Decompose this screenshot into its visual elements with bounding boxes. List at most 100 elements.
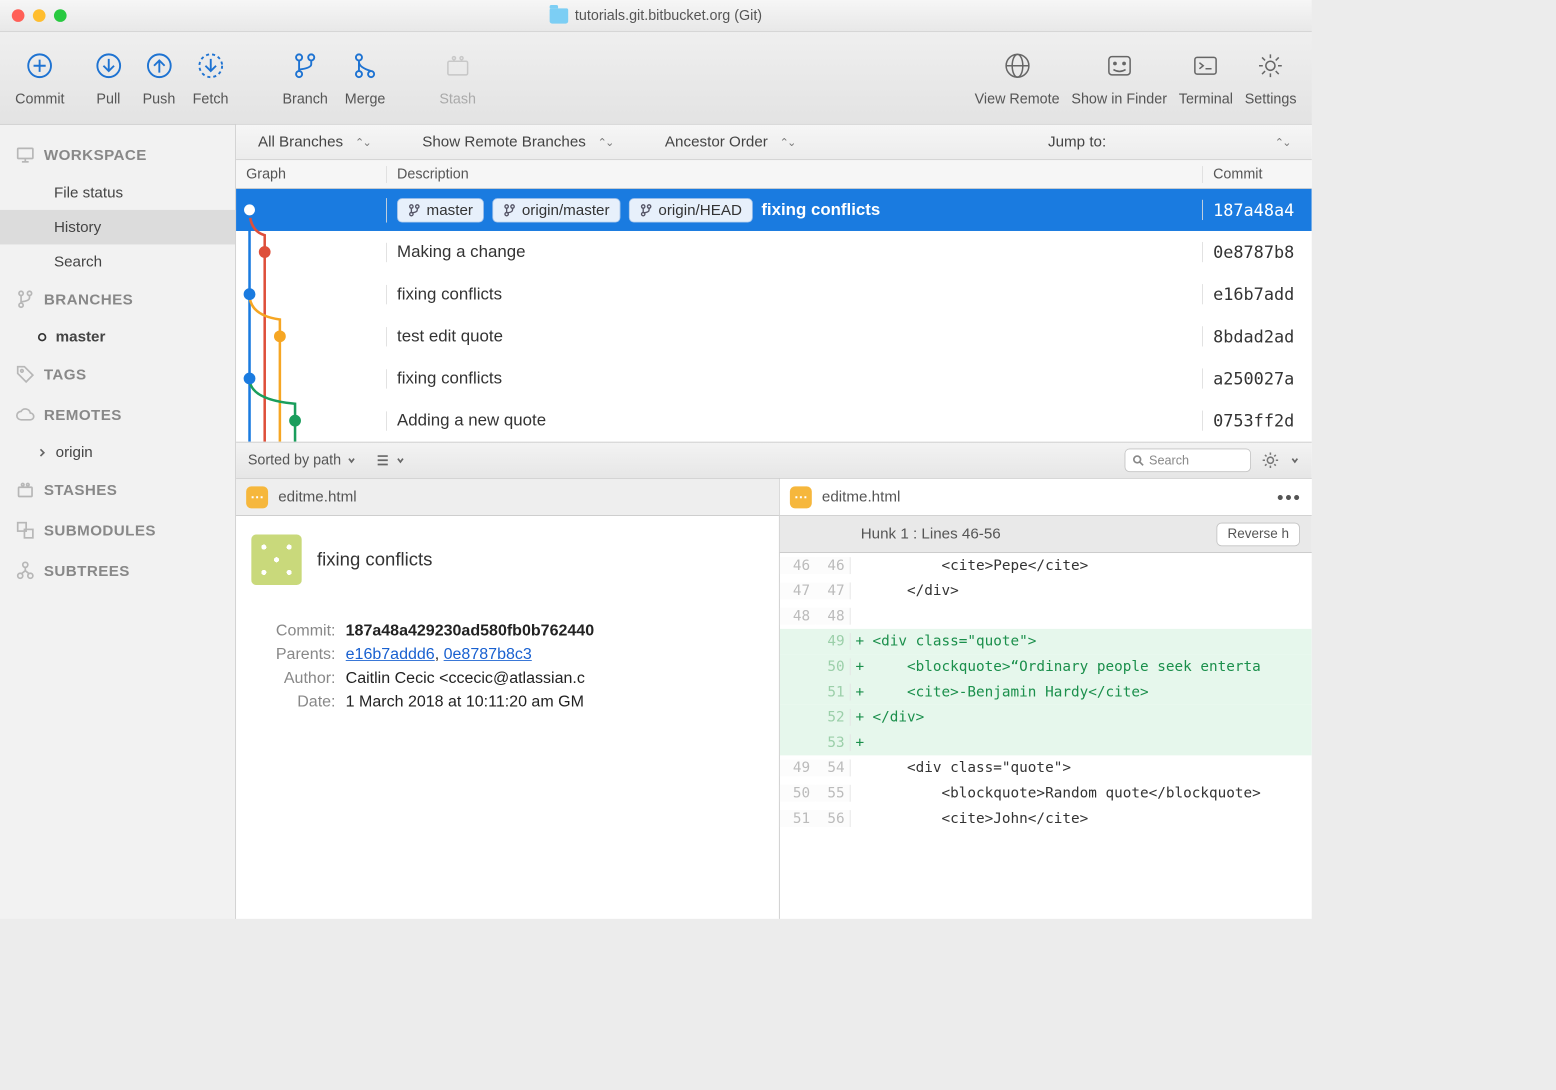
folder-icon (550, 8, 569, 23)
terminal-icon (1189, 48, 1223, 82)
diff-line[interactable]: 4848 (780, 604, 1312, 629)
chevron-down-icon (395, 455, 405, 465)
pull-button[interactable]: Pull (92, 48, 126, 107)
commit-icon (23, 48, 57, 82)
push-button[interactable]: Push (142, 48, 176, 107)
file-tab-right[interactable]: ⋯ editme.html ••• (780, 479, 1312, 516)
file-modified-icon: ⋯ (790, 486, 812, 508)
terminal-button[interactable]: Terminal (1179, 48, 1233, 107)
settings-button[interactable]: Settings (1245, 48, 1297, 107)
view-remote-button[interactable]: View Remote (975, 48, 1060, 107)
branch-button[interactable]: Branch (282, 48, 327, 107)
sidebar-header-subtrees[interactable]: SUBTREES (0, 550, 235, 590)
file-actions-button[interactable]: ••• (1277, 486, 1302, 508)
sidebar-header-branches[interactable]: BRANCHES (0, 279, 235, 319)
titlebar: tutorials.git.bitbucket.org (Git) (0, 0, 1312, 32)
diff-line[interactable]: 51+ <cite>-Benjamin Hardy</cite> (780, 679, 1312, 704)
reverse-hunk-button[interactable]: Reverse h (1217, 522, 1300, 546)
commit-button[interactable]: Commit (15, 48, 64, 107)
close-window-button[interactable] (12, 9, 25, 22)
merge-button[interactable]: Merge (345, 48, 386, 107)
updown-icon: ⌃⌄ (598, 135, 613, 148)
commit-row[interactable]: Adding a new quote0753ff2d (236, 400, 1312, 442)
diff-line[interactable]: 49+<div class="quote"> (780, 629, 1312, 654)
minimize-window-button[interactable] (33, 9, 46, 22)
show-in-finder-button[interactable]: Show in Finder (1071, 48, 1167, 107)
sidebar-header-submodules[interactable]: SUBMODULES (0, 510, 235, 550)
sort-dropdown[interactable]: Sorted by path (248, 452, 356, 469)
diff-body[interactable]: 4646 <cite>Pepe</cite>4747 </div>484849+… (780, 553, 1312, 919)
branch-icon (15, 289, 35, 309)
sidebar-header-tags[interactable]: TAGS (0, 354, 235, 394)
file-search-input[interactable]: Search (1125, 448, 1251, 472)
parents-value: e16b7addd6, 0e8787b8c3 (346, 646, 764, 665)
zoom-window-button[interactable] (54, 9, 67, 22)
stash-button[interactable]: Stash (439, 48, 476, 107)
commit-description: Making a change (397, 242, 525, 261)
diff-line[interactable]: 5055 <blockquote>Random quote</blockquot… (780, 781, 1312, 806)
branch-tag[interactable]: origin/HEAD (629, 198, 753, 222)
col-description[interactable]: Description (386, 166, 1202, 183)
sidebar-branch-master[interactable]: master (0, 319, 235, 354)
files-toolbar: Sorted by path Search (236, 442, 1312, 479)
diff-line[interactable]: 50+ <blockquote>“Ordinary people seek en… (780, 654, 1312, 679)
file-tab-left[interactable]: ⋯ editme.html (236, 479, 779, 516)
merge-icon (348, 48, 382, 82)
date-value: 1 March 2018 at 10:11:20 am GM (346, 693, 764, 712)
diff-line[interactable]: 52+</div> (780, 705, 1312, 730)
file-modified-icon: ⋯ (246, 486, 268, 508)
traffic-lights (12, 9, 67, 22)
filter-jump-to[interactable]: Jump to:⌃⌄ (1026, 133, 1312, 151)
view-mode-button[interactable] (375, 453, 405, 468)
cloud-icon (15, 405, 35, 425)
filter-order[interactable]: Ancestor Order⌃⌄ (643, 133, 825, 151)
branch-tag[interactable]: origin/master (492, 198, 620, 222)
diff-line[interactable]: 4954 <div class="quote"> (780, 755, 1312, 780)
main-toolbar: Commit Pull Push Fetch Branch Merge Stas… (0, 32, 1312, 125)
updown-icon: ⌃⌄ (355, 135, 370, 148)
author-value: Caitlin Cecic <ccecic@atlassian.c (346, 669, 764, 688)
subtrees-icon (15, 561, 35, 581)
sidebar-item-search[interactable]: Search (0, 244, 235, 279)
sidebar-item-file-status[interactable]: File status (0, 175, 235, 210)
commit-hash-short: e16b7add (1202, 284, 1312, 304)
fetch-button[interactable]: Fetch (193, 48, 229, 107)
commit-hash-short: 187a48a4 (1202, 200, 1312, 220)
sidebar-item-history[interactable]: History (0, 210, 235, 245)
col-graph[interactable]: Graph (236, 166, 386, 183)
commit-row[interactable]: Making a change0e8787b8 (236, 231, 1312, 273)
commit-row[interactable]: test edit quote8bdad2ad (236, 315, 1312, 357)
parent-link-1[interactable]: e16b7addd6 (346, 646, 435, 664)
file-name: editme.html (278, 488, 356, 506)
sidebar-remote-origin[interactable]: origin (0, 435, 235, 470)
diff-settings-button[interactable] (1261, 451, 1280, 470)
stash-icon (441, 48, 475, 82)
chevron-right-icon (37, 447, 47, 457)
history-body: master origin/master origin/HEAD fixing con… (236, 189, 1312, 442)
current-branch-icon (37, 332, 47, 342)
commit-row[interactable]: fixing conflictsa250027a (236, 357, 1312, 399)
diff-line[interactable]: 5156 <cite>John</cite> (780, 806, 1312, 831)
sidebar-header-workspace[interactable]: WORKSPACE (0, 135, 235, 175)
commit-row[interactable]: fixing conflictse16b7add (236, 273, 1312, 315)
parent-link-2[interactable]: 0e8787b8c3 (444, 646, 532, 664)
col-commit[interactable]: Commit (1202, 166, 1312, 183)
filter-remote[interactable]: Show Remote Branches⌃⌄ (400, 133, 643, 151)
search-icon (1132, 454, 1144, 466)
sidebar-header-stashes[interactable]: STASHES (0, 470, 235, 510)
filter-branches[interactable]: All Branches⌃⌄ (236, 133, 400, 151)
commit-description: Adding a new quote (397, 411, 546, 430)
chevron-down-icon (1290, 455, 1300, 465)
branch-tag[interactable]: master (397, 198, 484, 222)
commit-label: Commit: (251, 622, 335, 641)
diff-line[interactable]: 4646 <cite>Pepe</cite> (780, 553, 1312, 578)
tag-icon (15, 364, 35, 384)
diff-line[interactable]: 4747 </div> (780, 578, 1312, 603)
diff-line[interactable]: 53+ (780, 730, 1312, 755)
updown-icon: ⌃⌄ (780, 135, 795, 148)
sidebar-header-remotes[interactable]: REMOTES (0, 395, 235, 435)
commit-description: fixing conflicts (397, 369, 502, 388)
hunk-header: Hunk 1 : Lines 46-56 Reverse h (780, 516, 1312, 553)
commit-row[interactable]: masterorigin/masterorigin/HEADfixing con… (236, 189, 1312, 231)
chevron-down-icon (346, 455, 356, 465)
